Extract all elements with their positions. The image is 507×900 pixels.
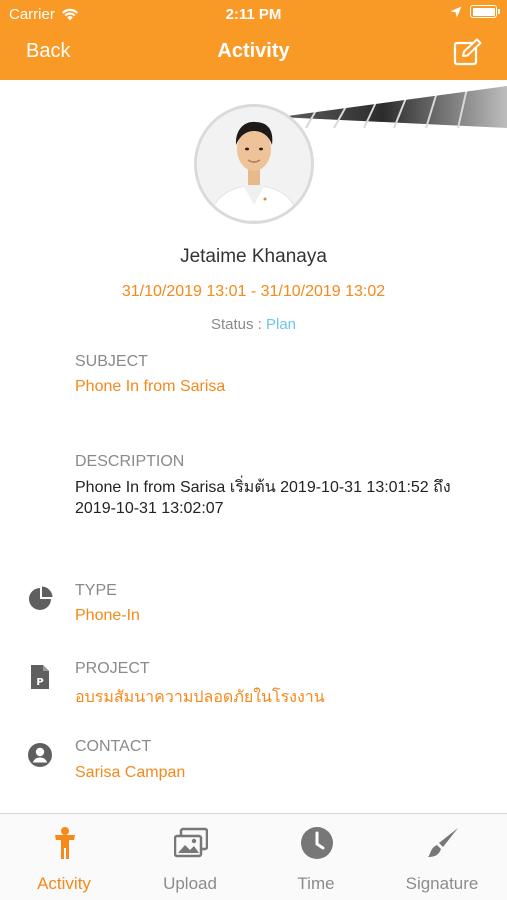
document-icon: P — [31, 665, 49, 689]
tab-upload-label: Upload — [163, 874, 217, 893]
images-icon — [174, 827, 208, 858]
tab-time-label: Time — [297, 874, 335, 893]
edit-icon[interactable] — [453, 38, 483, 66]
header-bar: Carrier 2:11 PM Back Activity — [0, 0, 507, 80]
subject-label: SUBJECT — [75, 353, 148, 370]
tab-activity-label: Activity — [37, 874, 91, 893]
status-line: Status : Plan — [0, 316, 507, 333]
tab-activity[interactable]: Activity — [1, 814, 127, 900]
clock-time: 2:11 PM — [225, 6, 282, 23]
date-range: 31/10/2019 13:01 - 31/10/2019 13:02 — [121, 283, 386, 300]
contact-icon — [28, 743, 52, 767]
type-value: Phone-In — [75, 607, 140, 624]
subject-value: Phone In from Sarisa — [75, 378, 226, 395]
status-right — [450, 5, 500, 18]
tab-upload[interactable]: Upload — [127, 814, 253, 900]
status-value: Plan — [266, 316, 297, 333]
avatar — [194, 104, 314, 224]
person-name: Jetaime Khanaya — [180, 246, 327, 267]
type-label: TYPE — [75, 582, 117, 599]
page-title: Activity — [217, 40, 290, 62]
status-label: Status : — [210, 316, 262, 333]
contact-label: CONTACT — [75, 738, 152, 755]
brush-icon — [428, 828, 458, 857]
svg-text:P: P — [36, 677, 43, 688]
tab-time[interactable]: Time — [253, 814, 379, 900]
description-value: Phone In from Sarisa เริ่มต้น 2019-10-31… — [75, 479, 451, 517]
contact-value: Sarisa Campan — [75, 764, 186, 781]
clock-icon — [301, 827, 333, 859]
project-label: PROJECT — [75, 660, 150, 677]
tab-signature[interactable]: Signature — [379, 814, 505, 900]
status-bar: Carrier 2:11 PM — [0, 0, 507, 28]
tab-bar: Activity Upload Time Signature — [0, 813, 507, 900]
battery-icon — [470, 5, 500, 18]
location-arrow-icon — [450, 6, 462, 17]
project-value: อบรมสัมนาความปลอดภัยในโรงงาน — [75, 689, 325, 706]
pie-chart-icon — [29, 586, 53, 610]
description-label: DESCRIPTION — [75, 453, 185, 470]
person-icon — [55, 827, 75, 859]
tab-signature-label: Signature — [405, 874, 479, 893]
